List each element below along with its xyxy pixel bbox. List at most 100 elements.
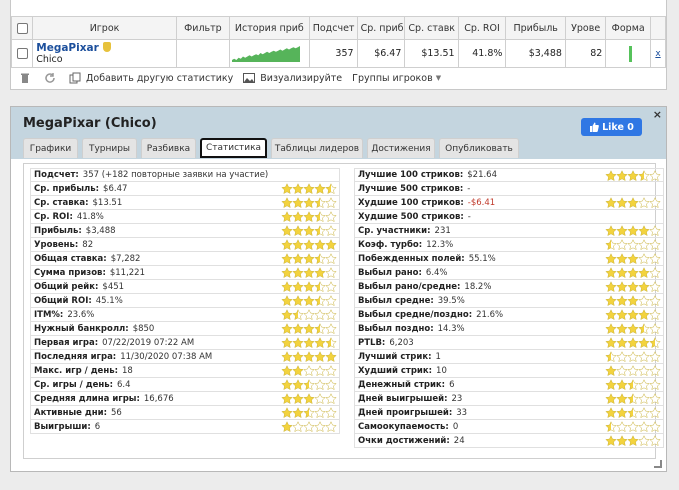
tab-breakdown[interactable]: Разбивка [141,138,196,158]
stat-label: Выбыл средне/поздно: [358,309,473,320]
star-rating [281,266,337,279]
form-bar [629,45,633,62]
facebook-like-button[interactable]: Like 0 [581,118,642,136]
visualize-button[interactable]: Визуализируйте [243,72,342,84]
stat-row: Коэф. турбо: 12.3% [354,238,664,252]
delete-button[interactable] [19,72,36,84]
col-header-avg-roi[interactable]: Ср. ROI [457,16,507,40]
tab-leaderboards[interactable]: Таблицы лидеров [271,138,363,158]
player-groups-dropdown[interactable]: Группы игроков ▼ [352,73,441,84]
star-rating [281,238,337,251]
add-stat-label: Добавить другую статистику [86,72,234,84]
stat-label: Общая ставка: [34,253,107,264]
player-stats-dialog: MegaPixar (Chico) Like 0 × Графики Турни… [10,106,667,472]
star-icon [649,224,661,236]
close-icon[interactable]: × [653,108,662,121]
star-rating [281,406,337,419]
stat-label: Коэф. турбо: [358,239,423,250]
like-label: Like 0 [602,121,634,133]
stat-value: 12.3% [426,239,454,250]
col-header-blank [650,16,666,40]
col-header-filter[interactable]: Фильтр [175,16,230,40]
player-name-link[interactable]: MegaPixar [36,42,173,54]
avg-roi-cell: 41.8% [457,39,507,68]
col-header-count[interactable]: Подсчет [308,16,358,40]
stat-value: 6 [449,379,455,390]
col-header-level[interactable]: Урове [564,16,607,40]
star-rating [605,434,661,447]
star-icon [325,308,337,320]
star-icon [649,169,661,181]
star-rating [605,238,661,251]
row-checkbox[interactable] [10,39,34,68]
player-groups-label: Группы игроков [352,72,433,84]
stat-row: Ср. ROI: 41.8% [30,210,340,224]
star-icon [649,252,661,264]
stat-row: Ср. ставка: $13.51 [30,196,340,210]
stat-value: -$6.41 [467,197,496,208]
player-table: Игрок Фильтр История приб Подсчет Ср. пр… [10,16,666,68]
level-cell: 82 [564,39,607,68]
stat-label: Выбыл средне: [358,295,434,306]
star-icon [325,322,337,334]
stat-value: 82 [82,239,94,250]
star-rating [281,378,337,391]
stat-value: 21.6% [476,309,504,320]
col-header-history[interactable]: История приб [228,16,310,40]
star-rating [605,169,661,182]
tab-publish[interactable]: Опубликовать [439,138,519,158]
stat-label: Макс. игр / день: [34,365,118,376]
stat-label: Самоокупаемость: [358,421,449,432]
star-rating [281,196,337,209]
star-rating [605,224,661,237]
stat-value: $451 [102,281,125,292]
col-header-profit[interactable]: Прибыль [505,16,566,40]
remove-player-link[interactable]: x [655,49,660,59]
star-icon [325,196,337,208]
stat-row: Уровень: 82 [30,238,340,252]
refresh-button[interactable] [44,72,61,84]
col-header-avg-stake[interactable]: Ср. ставк [404,16,459,40]
stat-label: Средняя длина игры: [34,393,140,404]
resize-handle-icon[interactable] [654,460,662,468]
star-icon [325,294,337,306]
tab-charts[interactable]: Графики [23,138,78,158]
star-rating [281,350,337,363]
stat-row: Выбыл средне/поздно: 21.6% [354,308,664,322]
stat-label: Худшие 500 стриков: [358,211,464,222]
star-icon [325,420,337,432]
stat-value: 16,676 [143,393,174,404]
trash-icon [21,73,29,83]
star-rating [281,392,337,405]
table-row: MegaPixar Chico 357 $6.47 $13.51 41.8% $… [10,39,666,68]
col-header-player[interactable]: Игрок [32,16,177,40]
stat-value: 45.1% [95,295,123,306]
form-cell [605,39,652,68]
select-all-checkbox[interactable] [10,16,34,40]
add-stat-button[interactable]: Добавить другую статистику [69,72,233,84]
stat-value: 6,203 [389,337,414,348]
stat-value: - [467,183,471,194]
star-icon [325,266,337,278]
refresh-icon [45,73,55,83]
stat-row: Нужный банкролл: $850 [30,322,340,336]
star-icon [649,350,661,362]
col-header-form[interactable]: Форма [605,16,652,40]
col-header-avg-profit[interactable]: Ср. приб [356,16,406,40]
stat-row: Побежденных полей: 55.1% [354,252,664,266]
star-icon [649,406,661,418]
stat-row: Выбыл средне: 39.5% [354,294,664,308]
stat-label: Денежный стрик: [358,379,446,390]
sparkline-area [231,46,300,62]
star-icon [325,378,337,390]
tab-tournaments[interactable]: Турниры [82,138,137,158]
star-rating [605,266,661,279]
stat-row: Худший стрик: 10 [354,364,664,378]
table-header-row: Игрок Фильтр История приб Подсчет Ср. пр… [10,16,666,40]
stat-value: 11/30/2020 07:38 AM [120,351,213,362]
stat-row: Дней выигрышей: 23 [354,392,664,406]
star-icon [649,434,661,446]
tab-achievements[interactable]: Достижения [367,138,435,158]
stat-value: 6.4% [425,267,448,278]
tab-statistics[interactable]: Статистика [200,138,267,158]
